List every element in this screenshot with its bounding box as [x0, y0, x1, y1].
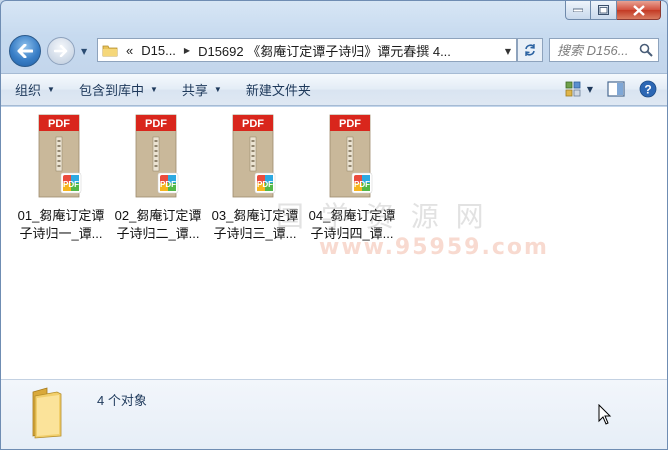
forward-arrow-icon [54, 45, 68, 57]
caption-buttons [565, 1, 661, 21]
breadcrumb-item-current[interactable]: D15692 《芻庵订定谭子诗归》谭元春撰 4... [198, 41, 451, 60]
share-menu[interactable]: 共享 ▼ [182, 80, 222, 99]
file-name: 01_芻庵订定谭子诗归一_谭... [17, 208, 105, 241]
back-arrow-icon [17, 44, 33, 58]
back-button[interactable] [9, 35, 41, 67]
svg-text:PDF: PDF [354, 180, 370, 189]
pdf-thumbnail-icon: PDF PDF [326, 113, 378, 201]
file-item[interactable]: PDF PDF 01_芻庵订定谭子诗归一_谭... [13, 113, 109, 243]
new-folder-button[interactable]: 新建文件夹 [246, 80, 311, 99]
folder-icon [102, 45, 118, 56]
address-dropdown-icon[interactable]: ▼ [505, 47, 511, 56]
command-bar: 组织 ▼ 包含到库中 ▼ 共享 ▼ 新建文件夹 ▼ ? [1, 73, 667, 106]
details-pane: 4 个对象 [1, 379, 667, 449]
organize-menu[interactable]: 组织 ▼ [15, 80, 55, 99]
chevron-down-icon: ▼ [47, 85, 55, 94]
preview-pane-icon[interactable] [607, 81, 625, 97]
chevron-down-icon: ▼ [149, 85, 158, 94]
file-name: 02_芻庵订定谭子诗归二_谭... [114, 208, 202, 241]
search-icon[interactable] [639, 43, 653, 57]
breadcrumb: « D15... ▶ D15692 《芻庵订定谭子诗归》谭元春撰 4... [126, 41, 451, 60]
file-item[interactable]: PDF PDF 02_芻庵订定谭子诗归二_谭... [110, 113, 206, 243]
chevron-down-icon: ▼ [213, 85, 222, 94]
mouse-cursor-icon [598, 404, 612, 425]
folder-icon [32, 387, 62, 439]
pdf-thumbnail-icon: PDF PDF [132, 113, 184, 201]
refresh-button[interactable] [517, 38, 543, 62]
search-input[interactable] [557, 42, 639, 58]
change-view-icon[interactable] [565, 81, 581, 97]
file-list-area[interactable]: PDF PDF 01_芻庵订定谭子诗归一_谭... PDF PDF 02_芻庵订… [1, 107, 667, 379]
share-label: 共享 [181, 83, 208, 98]
minimize-icon [573, 8, 583, 12]
include-in-library-label: 包含到库中 [78, 83, 144, 98]
svg-text:?: ? [644, 83, 651, 97]
svg-text:PDF: PDF [257, 180, 273, 189]
item-count: 4 个对象 [97, 393, 147, 408]
pdf-badge: PDF [145, 118, 167, 130]
close-icon [632, 4, 645, 16]
breadcrumb-item-parent[interactable]: D15... [141, 43, 176, 58]
pdf-badge: PDF [242, 118, 264, 130]
pdf-thumbnail-icon: PDF PDF [35, 113, 87, 201]
pdf-badge: PDF [48, 118, 70, 130]
pdf-thumbnail-icon: PDF PDF [229, 113, 281, 201]
content-edge [666, 107, 667, 379]
svg-text:PDF: PDF [63, 180, 79, 189]
address-bar[interactable]: « D15... ▶ D15692 《芻庵订定谭子诗归》谭元春撰 4... ▼ [97, 38, 517, 62]
help-icon[interactable]: ? [639, 80, 657, 98]
file-name: 04_芻庵订定谭子诗归四_谭... [308, 208, 396, 241]
organize-label: 组织 [15, 83, 42, 98]
file-name: 03_芻庵订定谭子诗归三_谭... [211, 208, 299, 241]
maximize-button[interactable] [591, 1, 617, 20]
recent-pages-dropdown[interactable]: ▼ [81, 47, 87, 56]
pdf-badge: PDF [339, 118, 361, 130]
refresh-icon [525, 44, 535, 56]
view-controls: ▼ ? [565, 80, 657, 98]
breadcrumb-overflow[interactable]: « [126, 43, 133, 58]
file-item[interactable]: PDF PDF 03_芻庵订定谭子诗归三_谭... [207, 113, 303, 243]
file-item[interactable]: PDF PDF 04_芻庵订定谭子诗归四_谭... [304, 113, 400, 243]
explorer-window: ▼ « D15... ▶ D15692 《芻庵订定谭子诗归》谭元春撰 4... … [0, 0, 668, 450]
new-folder-label: 新建文件夹 [245, 83, 311, 98]
breadcrumb-separator-icon[interactable]: ▶ [184, 46, 190, 55]
view-options-dropdown-icon[interactable]: ▼ [587, 85, 593, 94]
svg-text:PDF: PDF [160, 180, 176, 189]
maximize-icon [598, 5, 609, 15]
include-in-library-menu[interactable]: 包含到库中 ▼ [79, 80, 158, 99]
forward-button[interactable] [47, 37, 75, 65]
close-button[interactable] [617, 1, 661, 20]
minimize-button[interactable] [565, 1, 591, 20]
search-box[interactable] [549, 38, 659, 62]
